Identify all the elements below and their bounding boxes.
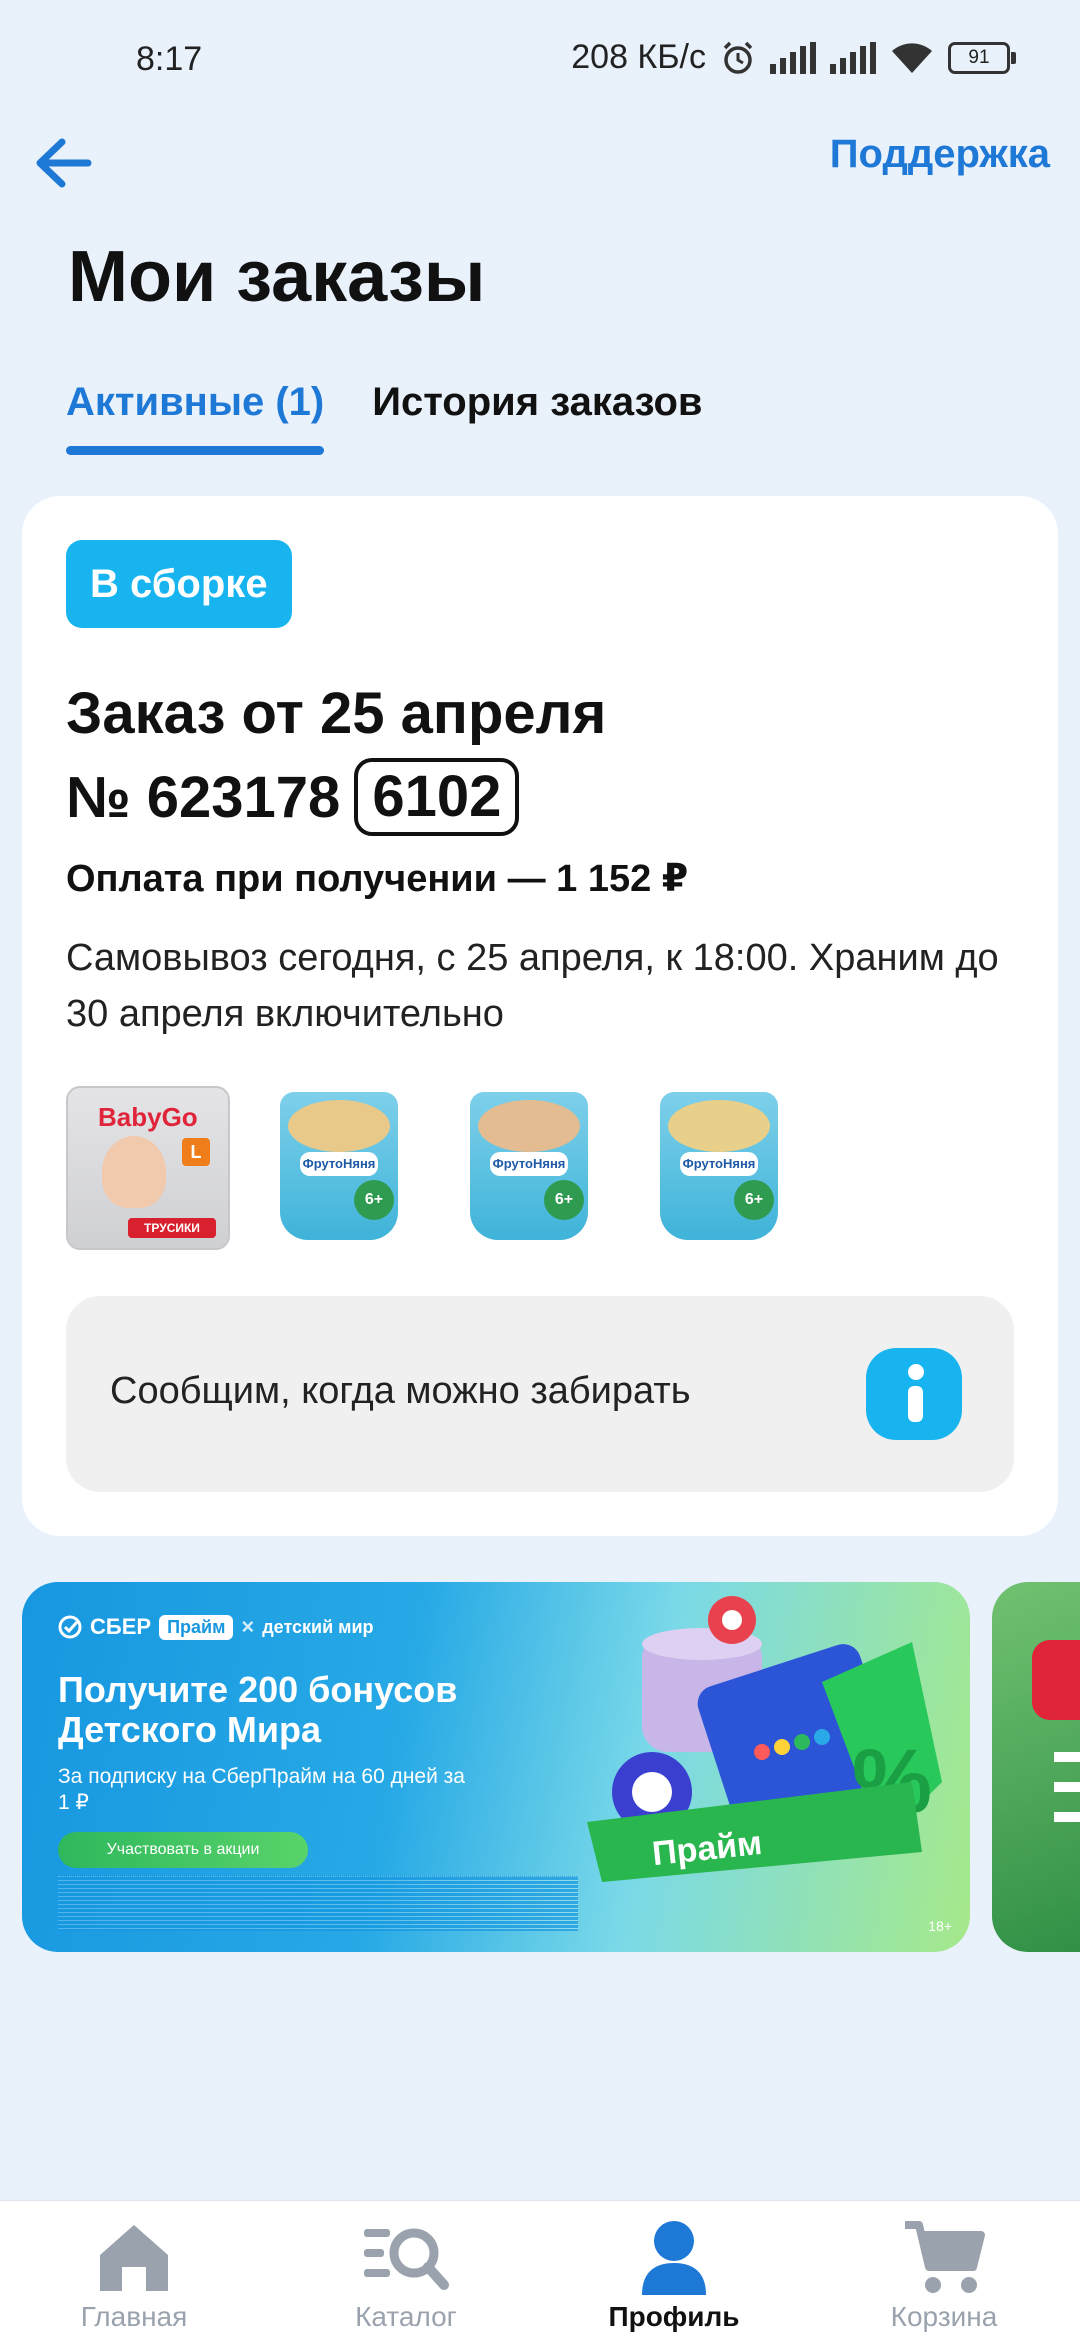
- status-bar: 8:17 208 КБ/с 91: [0, 0, 1080, 120]
- status-time: 8:17: [136, 40, 203, 78]
- banner-brand-name: СБЕР: [90, 1614, 152, 1639]
- item-brand: BabyGo: [98, 1102, 198, 1132]
- pickup-info: Самовывоз сегодня, с 25 апреля, к 18:00.…: [66, 937, 999, 1035]
- order-card[interactable]: В сборке Заказ от 25 апреля № 623178 610…: [22, 496, 1058, 1536]
- banner-artwork: % Прайм: [587, 1596, 942, 1882]
- status-right: 208 КБ/с 91: [571, 38, 1016, 77]
- tab-active[interactable]: Активные (1): [66, 380, 325, 455]
- order-date: Заказ от 25 апреля: [66, 681, 607, 746]
- age-rating: 18+: [928, 1918, 952, 1934]
- network-speed: 208 КБ/с: [571, 38, 706, 76]
- cart-icon: [905, 2221, 985, 2293]
- wifi-icon: [892, 42, 932, 73]
- payment-info: Оплата при получении — 1 152 ₽: [66, 858, 689, 900]
- item-strip: ТРУСИКИ: [128, 1218, 216, 1238]
- item-thumbnail[interactable]: ФрутоНяня 6+: [640, 1086, 800, 1246]
- promo-banner[interactable]: СБЕР Прайм × детский мир Получите 200 бо…: [22, 1582, 970, 1952]
- signal-icon: [830, 41, 876, 74]
- signal-icon: [770, 41, 816, 74]
- nav-profile-label: Профиль: [608, 2301, 740, 2332]
- banner-brand: СБЕР Прайм × детский мир: [58, 1614, 374, 1640]
- prime-badge: Прайм: [159, 1614, 234, 1640]
- age-badge: 6+: [544, 1180, 584, 1220]
- age-badge: 6+: [734, 1180, 774, 1220]
- nav-catalog[interactable]: Каталог: [306, 2219, 506, 2333]
- nav-cart-label: Корзина: [890, 2301, 998, 2332]
- pouch-image: ФрутоНяня 6+: [660, 1092, 778, 1240]
- arrow-left-icon: [36, 138, 92, 188]
- pickup-notice: Сообщим, когда можно забирать: [66, 1296, 1014, 1492]
- nav-profile[interactable]: Профиль: [574, 2219, 774, 2333]
- order-items: BabyGo L ТРУСИКИ ФрутоНяня 6+ ФрутоНяня …: [66, 1086, 800, 1250]
- battery-icon: 91: [948, 41, 1016, 74]
- pouch-image: ФрутоНяня 6+: [280, 1092, 398, 1240]
- pickup-notice-text: Сообщим, когда можно забирать: [110, 1370, 691, 1412]
- back-button[interactable]: [28, 128, 98, 198]
- page-title: Мои заказы: [68, 237, 486, 317]
- support-link[interactable]: Поддержка: [830, 132, 1050, 177]
- baby-image: [102, 1136, 166, 1208]
- sber-logo-icon: [58, 1615, 82, 1639]
- promo-banner-next[interactable]: [992, 1582, 1080, 1952]
- pouch-image: ФрутоНяня 6+: [470, 1092, 588, 1240]
- order-number-prefix: № 623178: [66, 764, 341, 830]
- nav-catalog-label: Каталог: [355, 2301, 457, 2332]
- banner-cta-button[interactable]: Участвовать в акции: [58, 1832, 308, 1868]
- home-icon: [100, 2225, 168, 2291]
- item-thumbnail[interactable]: BabyGo L ТРУСИКИ: [66, 1086, 230, 1250]
- catalog-search-icon: [364, 2228, 449, 2290]
- order-pickup-code: 6102: [354, 758, 520, 836]
- item-brand: ФрутоНяня: [300, 1152, 378, 1176]
- tab-history[interactable]: История заказов: [372, 380, 702, 455]
- nav-cart[interactable]: Корзина: [844, 2219, 1044, 2333]
- item-thumbnail[interactable]: ФрутоНяня 6+: [260, 1086, 420, 1246]
- info-icon[interactable]: [866, 1348, 962, 1440]
- order-tabs: Активные (1) История заказов: [66, 380, 702, 455]
- banner-subtitle: За подписку на СберПрайм на 60 дней за 1…: [58, 1765, 465, 1814]
- bottom-navigation: Главная Каталог Профиль Корзина: [0, 2200, 1080, 2341]
- partner-logo: детский мир: [262, 1616, 374, 1637]
- item-brand: ФрутоНяня: [490, 1152, 568, 1176]
- alarm-icon: [723, 41, 753, 74]
- banner-title: Получите 200 бонусов Детского Мира: [58, 1669, 458, 1750]
- item-brand: ФрутоНяня: [680, 1152, 758, 1176]
- order-number: № 623178 6102: [66, 758, 520, 836]
- profile-icon: [642, 2221, 706, 2295]
- age-badge: 6+: [354, 1180, 394, 1220]
- item-size: L: [182, 1138, 210, 1166]
- nav-home-label: Главная: [80, 2301, 188, 2332]
- nav-home[interactable]: Главная: [34, 2219, 234, 2333]
- status-badge: В сборке: [66, 540, 292, 628]
- banner-legal-text: [58, 1876, 578, 1931]
- item-thumbnail[interactable]: ФрутоНяня 6+: [450, 1086, 610, 1246]
